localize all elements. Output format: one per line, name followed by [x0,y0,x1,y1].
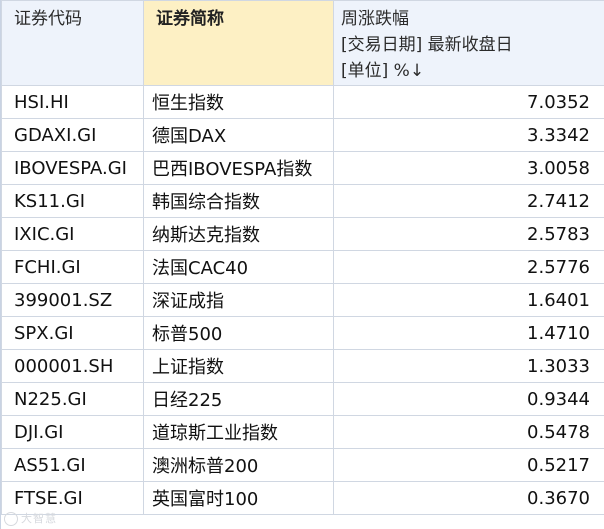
column-header-name[interactable]: 证券简称 [143,0,334,86]
name-cell: 深证成指 [143,283,334,317]
code-cell: HSI.HI [1,85,144,119]
code-cell: AS51.GI [1,448,144,482]
table-row[interactable]: FCHI.GI 法国CAC40 2.5776 [1,250,604,284]
table-row[interactable]: 399001.SZ 深证成指 1.6401 [1,283,604,317]
header-change-line2: [交易日期] 最新收盘日 [341,35,513,55]
column-header-weekly-change[interactable]: 周涨跌幅 [交易日期] 最新收盘日 [单位] %↓ [333,0,604,86]
weekly-change-cell: 0.3670 [333,481,604,515]
weekly-change-cell: 0.9344 [333,382,604,416]
index-table: 证券代码 证券简称 周涨跌幅 [交易日期] 最新收盘日 [单位] %↓ HSI.… [1,0,604,515]
weekly-change-cell: 2.5776 [333,250,604,284]
table-row[interactable]: GDAXI.GI 德国DAX 3.3342 [1,118,604,152]
header-row: 证券代码 证券简称 周涨跌幅 [交易日期] 最新收盘日 [单位] %↓ [1,0,604,86]
table-row[interactable]: 000001.SH 上证指数 1.3033 [1,349,604,383]
table-row[interactable]: IXIC.GI 纳斯达克指数 2.5783 [1,217,604,251]
name-cell: 恒生指数 [143,85,334,119]
table-row[interactable]: AS51.GI 澳洲标普200 0.5217 [1,448,604,482]
code-cell: IXIC.GI [1,217,144,251]
weekly-change-cell: 1.6401 [333,283,604,317]
table-row[interactable]: KS11.GI 韩国综合指数 2.7412 [1,184,604,218]
name-cell: 上证指数 [143,349,334,383]
header-change-line1: 周涨跌幅 [341,9,409,29]
table-row[interactable]: HSI.HI 恒生指数 7.0352 [1,85,604,119]
code-cell: DJI.GI [1,415,144,449]
watermark-text: 大智慧 [21,512,57,525]
weekly-change-cell: 0.5478 [333,415,604,449]
code-cell: KS11.GI [1,184,144,218]
weekly-change-cell: 3.3342 [333,118,604,152]
code-cell: 399001.SZ [1,283,144,317]
header-code-label: 证券代码 [14,9,82,29]
column-header-code[interactable]: 证券代码 [1,0,144,86]
code-cell: SPX.GI [1,316,144,350]
table-body: HSI.HI 恒生指数 7.0352 GDAXI.GI 德国DAX 3.3342 IBOVE… [1,85,604,515]
name-cell: 纳斯达克指数 [143,217,334,251]
code-cell: N225.GI [1,382,144,416]
weekly-change-cell: 1.4710 [333,316,604,350]
weekly-change-cell: 2.7412 [333,184,604,218]
code-cell: 000001.SH [1,349,144,383]
code-cell: GDAXI.GI [1,118,144,152]
name-cell: 标普500 [143,316,334,350]
header-name-label: 证券简称 [156,9,224,29]
weekly-change-cell: 3.0058 [333,151,604,185]
code-cell: IBOVESPA.GI [1,151,144,185]
table-row[interactable]: IBOVESPA.GI 巴西IBOVESPA指数 3.0058 [1,151,604,185]
code-cell: FCHI.GI [1,250,144,284]
table-row[interactable]: N225.GI 日经225 0.9344 [1,382,604,416]
weekly-change-cell: 1.3033 [333,349,604,383]
weekly-change-cell: 7.0352 [333,85,604,119]
name-cell: 德国DAX [143,118,334,152]
watermark: 大智慧 [4,510,57,526]
name-cell: 韩国综合指数 [143,184,334,218]
weekly-change-cell: 2.5783 [333,217,604,251]
header-change-line3: [单位] %↓ [341,61,425,81]
name-cell: 道琼斯工业指数 [143,415,334,449]
table-row[interactable]: DJI.GI 道琼斯工业指数 0.5478 [1,415,604,449]
table-row[interactable]: FTSE.GI 英国富时100 0.3670 [1,481,604,515]
name-cell: 巴西IBOVESPA指数 [143,151,334,185]
weekly-change-cell: 0.5217 [333,448,604,482]
name-cell: 法国CAC40 [143,250,334,284]
table-row[interactable]: SPX.GI 标普500 1.4710 [1,316,604,350]
watermark-logo-icon [4,512,18,526]
name-cell: 日经225 [143,382,334,416]
data-grid: 证券代码 证券简称 周涨跌幅 [交易日期] 最新收盘日 [单位] %↓ HSI.… [0,0,604,529]
name-cell: 英国富时100 [143,481,334,515]
name-cell: 澳洲标普200 [143,448,334,482]
